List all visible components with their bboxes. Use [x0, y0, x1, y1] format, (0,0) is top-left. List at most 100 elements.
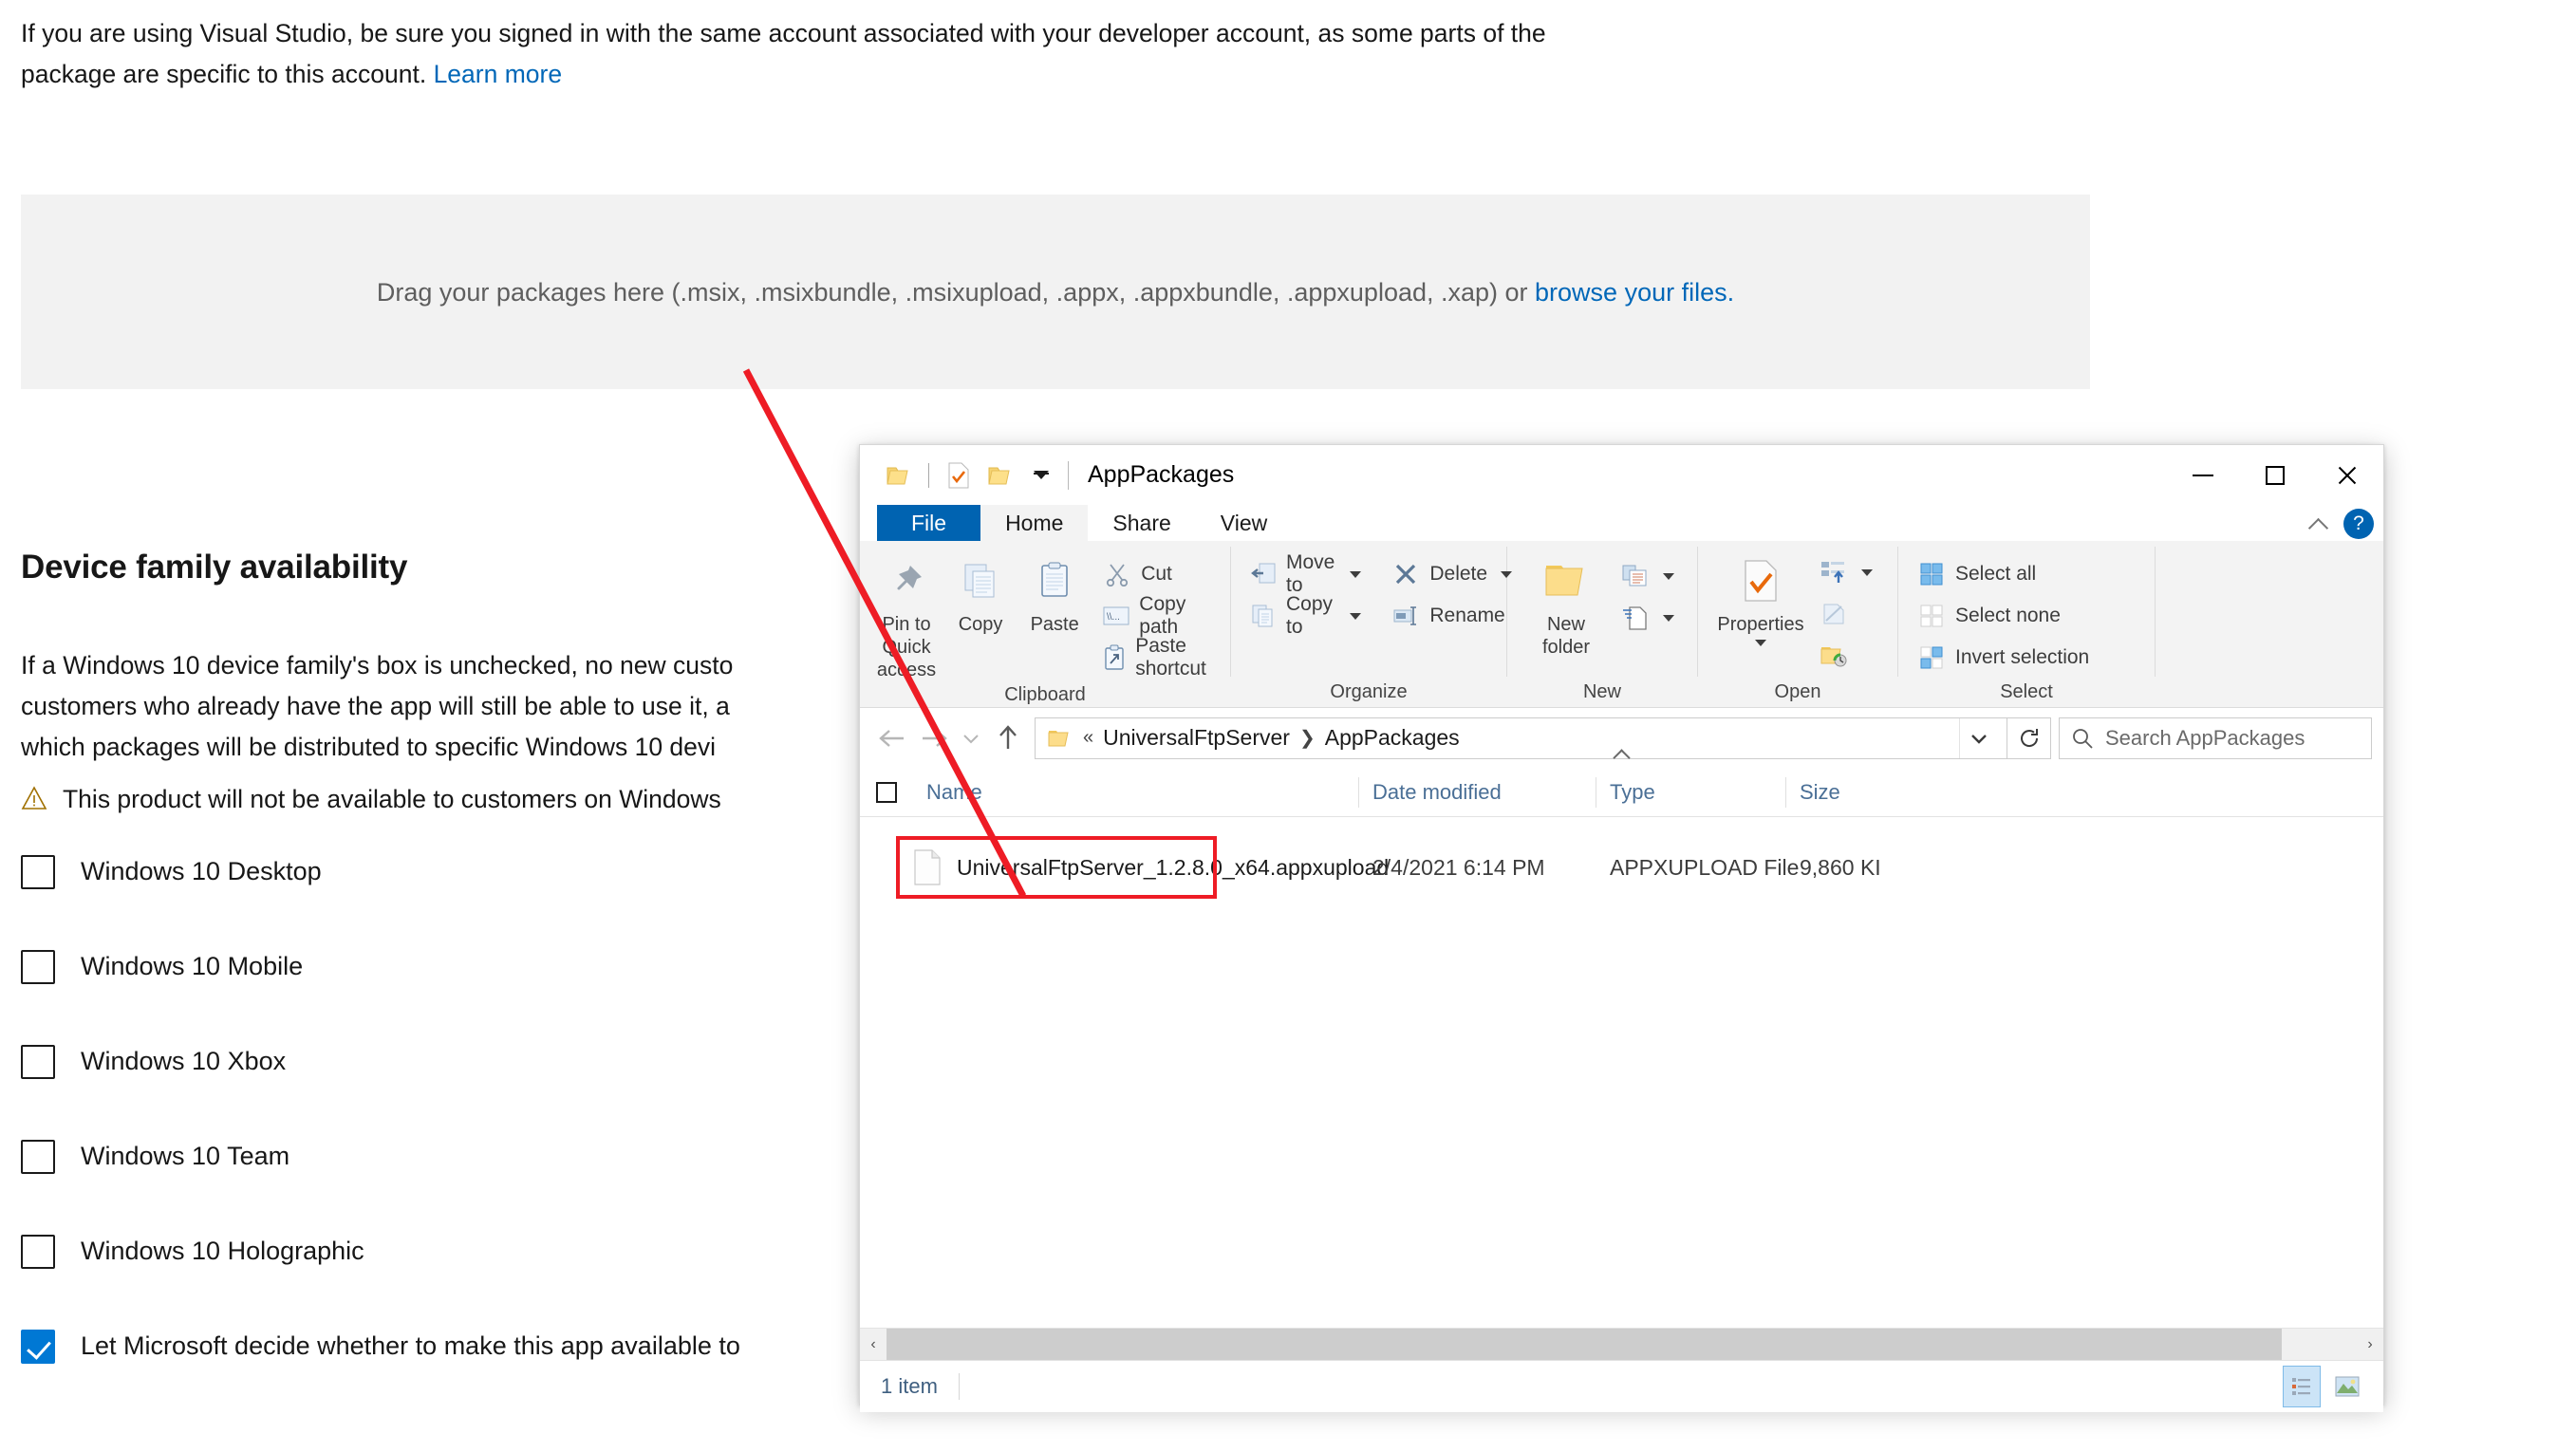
select-none-label: Select none [1955, 605, 2061, 627]
new-folder-label-2: folder [1542, 636, 1590, 659]
help-button[interactable]: ? [2343, 509, 2374, 539]
scroll-left-arrow-icon[interactable]: ‹ [860, 1336, 887, 1353]
chevron-down-icon[interactable] [1755, 640, 1766, 646]
pin-label-line-2: access [877, 659, 936, 681]
file-explorer-window: AppPackages File Home Share View ? [859, 444, 2384, 1405]
column-header-type[interactable]: Type [1596, 768, 1786, 817]
paste-shortcut-button[interactable]: Paste shortcut [1097, 640, 1230, 676]
pin-label-line-1: Pin to Quick [869, 613, 943, 659]
page-title: Device family availability [21, 549, 407, 586]
checkbox-windows-10-mobile[interactable] [21, 950, 55, 984]
tab-view[interactable]: View [1196, 505, 1292, 541]
browse-files-link[interactable]: browse your files. [1535, 278, 1734, 307]
pane-collapse-chevron[interactable] [860, 748, 2383, 769]
tab-home[interactable]: Home [980, 505, 1088, 541]
learn-more-link[interactable]: Learn more [434, 60, 563, 88]
file-list: UniversalFtpServer_1.2.8.0_x64.appxuploa… [860, 817, 2383, 1328]
paste-button[interactable]: Paste [1017, 550, 1092, 636]
open-group-label: Open [1698, 676, 1897, 708]
tab-share[interactable]: Share [1088, 505, 1195, 541]
checkbox-row-windows-10-xbox[interactable]: Windows 10 Xbox [21, 1034, 740, 1089]
section-body-line-2: customers who already have the app will … [21, 692, 730, 720]
new-item-button[interactable] [1615, 600, 1680, 636]
chevron-up-icon[interactable] [2309, 513, 2330, 534]
item-count: 1 item [881, 1374, 938, 1399]
minimize-button[interactable] [2167, 445, 2239, 505]
new-folder-button[interactable]: New folder [1517, 550, 1615, 659]
checkbox-windows-10-holographic[interactable] [21, 1235, 55, 1269]
horizontal-scrollbar[interactable]: ‹ › [860, 1328, 2383, 1360]
customize-qat-caret-icon[interactable] [1034, 471, 1049, 479]
search-icon [2071, 727, 2094, 750]
ribbon-group-clipboard: Pin to Quick access Copy [860, 541, 1230, 708]
ribbon: Pin to Quick access Copy [860, 541, 2383, 708]
intro-line-2: package are specific to this account. [21, 60, 426, 88]
rename-button[interactable]: Rename [1386, 598, 1518, 634]
breadcrumb-item-universalftpserver[interactable]: UniversalFtpServer [1103, 725, 1290, 751]
chevron-down-icon[interactable] [1663, 615, 1674, 622]
copy-path-label: Copy path [1139, 593, 1224, 639]
organize-col-2: Delete Rename [1386, 550, 1518, 634]
checkbox-row-windows-10-mobile[interactable]: Windows 10 Mobile [21, 940, 740, 994]
select-all-checkbox[interactable] [860, 782, 913, 803]
scrollbar-track[interactable] [887, 1329, 2357, 1361]
checkbox-row-let-microsoft-decide[interactable]: Let Microsoft decide whether to make thi… [21, 1319, 740, 1373]
delete-button[interactable]: Delete [1386, 556, 1518, 592]
column-header-size[interactable]: Size [1786, 768, 1957, 817]
maximize-icon [2266, 466, 2285, 485]
select-all-label: Select all [1955, 563, 2036, 586]
copy-button[interactable]: Copy [943, 550, 1017, 636]
paste-shortcut-label: Paste shortcut [1135, 635, 1224, 680]
details-view-icon [2290, 1375, 2313, 1398]
properties-label: Properties [1717, 613, 1803, 636]
intro-paragraph: If you are using Visual Studio, be sure … [21, 13, 1853, 95]
select-commands: Select all Select no [1912, 550, 2095, 676]
folder-icon[interactable] [883, 459, 915, 492]
large-icons-view-button[interactable] [2328, 1366, 2366, 1407]
invert-selection-icon [1917, 643, 1946, 672]
cut-button[interactable]: Cut [1097, 556, 1230, 592]
delete-x-icon [1391, 560, 1420, 588]
properties-check-icon[interactable] [943, 459, 975, 492]
easy-access-button[interactable] [1615, 558, 1680, 594]
select-none-button[interactable]: Select none [1912, 598, 2095, 634]
open-with-button[interactable] [1814, 554, 1878, 590]
scrollbar-thumb[interactable] [887, 1329, 2282, 1361]
checkbox-let-microsoft-decide[interactable] [21, 1330, 55, 1364]
checkbox-row-windows-10-team[interactable]: Windows 10 Team [21, 1129, 740, 1183]
checkbox-windows-10-desktop[interactable] [21, 855, 55, 889]
checkbox-windows-10-team[interactable] [21, 1140, 55, 1174]
paste-shortcut-icon [1103, 643, 1126, 672]
invert-selection-button[interactable]: Invert selection [1912, 640, 2095, 676]
checkbox-row-windows-10-desktop[interactable]: Windows 10 Desktop [21, 845, 740, 899]
maximize-button[interactable] [2239, 445, 2311, 505]
column-header-name[interactable]: Name [913, 768, 1359, 817]
properties-button[interactable]: Properties [1708, 550, 1814, 646]
tab-file[interactable]: File [877, 505, 980, 541]
copy-path-button[interactable]: \\... Copy path [1097, 598, 1230, 634]
rename-label: Rename [1429, 605, 1504, 627]
chevron-down-icon[interactable] [1350, 613, 1361, 620]
column-header-date-modified[interactable]: Date modified [1359, 768, 1596, 817]
checkbox-windows-10-xbox[interactable] [21, 1045, 55, 1079]
edit-icon [1820, 600, 1848, 628]
chevron-down-icon[interactable] [1663, 573, 1674, 580]
scroll-right-arrow-icon[interactable]: › [2357, 1336, 2383, 1353]
copy-to-button[interactable]: Copy to [1244, 598, 1367, 634]
select-all-icon [1917, 560, 1946, 588]
checkbox-row-windows-10-holographic[interactable]: Windows 10 Holographic [21, 1224, 740, 1278]
select-all-button[interactable]: Select all [1912, 556, 2095, 592]
pin-to-quick-access-button[interactable]: Pin to Quick access [869, 550, 943, 681]
package-dropzone[interactable]: Drag your packages here (.msix, .msixbun… [21, 195, 2090, 389]
details-view-button[interactable] [2283, 1366, 2321, 1407]
move-to-button[interactable]: Move to [1244, 556, 1367, 592]
new-folder-icon[interactable] [984, 459, 1017, 492]
close-button[interactable] [2311, 445, 2383, 505]
rename-icon [1391, 602, 1420, 630]
breadcrumb-overflow[interactable]: « [1083, 727, 1093, 749]
chevron-down-icon[interactable] [1861, 569, 1873, 576]
new-item-icon [1621, 604, 1650, 632]
ribbon-group-organize: Move to Copy to [1231, 541, 1506, 708]
breadcrumb-item-apppackages[interactable]: AppPackages [1325, 725, 1460, 751]
chevron-down-icon[interactable] [1350, 571, 1361, 578]
